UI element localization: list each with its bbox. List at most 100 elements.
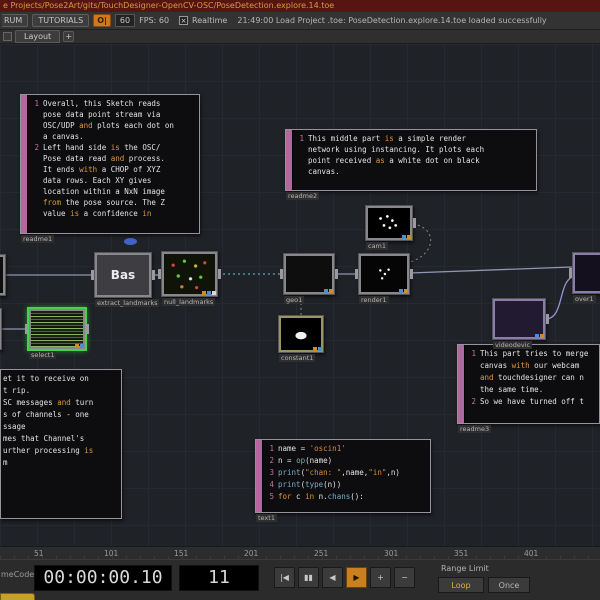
input-connector[interactable] bbox=[158, 269, 161, 279]
node-over1[interactable]: over1 bbox=[569, 252, 600, 303]
line-text: location within a NxN image bbox=[43, 187, 165, 196]
node-flags[interactable] bbox=[402, 235, 411, 239]
fps-value-box[interactable]: 60 bbox=[114, 14, 136, 27]
input-connector[interactable] bbox=[355, 269, 358, 279]
node-constant1[interactable]: constant1 bbox=[278, 315, 324, 362]
node-extract-landmarks-base[interactable]: Bas extract_landmarks bbox=[91, 252, 160, 307]
network-editor[interactable]: 1 Overall, this Sketch reads pose data poi… bbox=[0, 44, 600, 546]
node-flags[interactable] bbox=[202, 291, 216, 295]
line-number bbox=[31, 120, 39, 131]
tutorials-button[interactable]: TUTORIALS bbox=[32, 14, 90, 27]
node-name-tag: readme3 bbox=[458, 425, 492, 433]
node-flags[interactable] bbox=[399, 289, 408, 293]
node-flags[interactable] bbox=[535, 334, 544, 338]
window-titlebar[interactable]: e Projects/Pose2Art/gits/TouchDesigner-O… bbox=[0, 0, 600, 12]
line-text: data rows. Each XY gives bbox=[43, 176, 152, 185]
dat-color-bar bbox=[286, 130, 293, 190]
node-null-landmarks[interactable]: null_landmarks bbox=[158, 251, 221, 306]
line-text: print(type(n)) bbox=[278, 480, 342, 489]
transport-button[interactable]: + bbox=[370, 567, 391, 588]
node-select1[interactable]: select1 bbox=[25, 307, 89, 359]
output-connector[interactable] bbox=[86, 324, 89, 334]
tab-label: Layout bbox=[24, 32, 52, 41]
transport-button[interactable]: ▶ bbox=[346, 567, 367, 588]
node-edge-sliver-bottom[interactable] bbox=[0, 308, 2, 350]
node-flags[interactable] bbox=[324, 289, 333, 293]
output-connector[interactable] bbox=[335, 269, 338, 279]
output-connector[interactable] bbox=[413, 218, 416, 228]
node-render1[interactable]: render1 bbox=[355, 253, 413, 304]
output-connector[interactable] bbox=[218, 269, 221, 279]
line-number bbox=[468, 360, 476, 372]
frame-counter-display[interactable]: 11 bbox=[179, 565, 259, 591]
transport-button[interactable]: ◀ bbox=[322, 567, 343, 588]
transport-bar: meCode 00:00:00.10 11 |◀ ▮▮ ◀ ▶ + − Range Lim… bbox=[0, 559, 600, 600]
line-text: So we have turned off t bbox=[480, 397, 584, 406]
line-text: for c in n.chans(): bbox=[278, 492, 364, 501]
node-flags[interactable] bbox=[75, 344, 84, 348]
ruler-tick-label: 151 bbox=[174, 549, 189, 558]
input-connector[interactable] bbox=[25, 324, 28, 334]
line-text: and touchdesigner can n bbox=[480, 373, 584, 382]
io-toggle-button[interactable]: O| bbox=[93, 14, 111, 27]
line-number: 2 bbox=[34, 143, 39, 152]
transport-button[interactable]: − bbox=[394, 567, 415, 588]
line-text: m bbox=[3, 458, 8, 467]
line-text: This part tries to merge bbox=[480, 349, 589, 358]
text-line: location within a NxN image bbox=[31, 186, 197, 197]
line-number bbox=[468, 384, 476, 396]
add-tab-button[interactable]: + bbox=[63, 31, 75, 42]
input-connector[interactable] bbox=[280, 269, 283, 279]
timecode-display[interactable]: 00:00:00.10 bbox=[34, 565, 172, 591]
timecode-mode-label[interactable]: meCode bbox=[1, 570, 34, 579]
node-flags[interactable] bbox=[313, 347, 322, 351]
output-connector[interactable] bbox=[152, 270, 155, 280]
timeline-ruler[interactable]: 51 101 151 201 251 301 351 401 bbox=[0, 546, 600, 559]
line-number bbox=[468, 372, 476, 384]
window-title: e Projects/Pose2Art/gits/TouchDesigner-O… bbox=[3, 1, 335, 10]
line-text: pose data point stream via bbox=[43, 110, 161, 119]
transport-button[interactable]: ▮▮ bbox=[298, 567, 319, 588]
input-connector[interactable] bbox=[91, 270, 94, 280]
forum-button[interactable]: RUM bbox=[2, 14, 29, 27]
layout-grid-icon[interactable] bbox=[3, 32, 12, 41]
base-comp-thumbnail: Bas bbox=[97, 255, 149, 295]
line-number: 2 bbox=[269, 456, 274, 465]
transport-button[interactable]: |◀ bbox=[274, 567, 295, 588]
partial-yellow-button[interactable] bbox=[0, 593, 35, 600]
node-geo1[interactable]: geo1 bbox=[280, 253, 338, 304]
line-text: value is a confidence in bbox=[43, 209, 152, 218]
loop-button[interactable]: Loop bbox=[438, 577, 484, 593]
transport-button-icon: ◀ bbox=[329, 573, 336, 582]
comment-node-readme2[interactable]: 1 This middle part is a simple render netw… bbox=[285, 129, 537, 200]
comment-node-osc-note[interactable]: et it to receive on t rip. SC messages and… bbox=[0, 369, 122, 519]
network-flag-marker[interactable] bbox=[124, 238, 137, 245]
node-videodevicein[interactable]: videodevic bbox=[492, 298, 549, 349]
output-connector[interactable] bbox=[546, 314, 549, 324]
menubar: RUM TUTORIALS O| 60 FPS: 60 × Realtime 2… bbox=[0, 12, 600, 30]
line-number bbox=[31, 186, 39, 197]
text-line: network using instancing. It plots each bbox=[296, 144, 534, 155]
line-text: SC messages and turn bbox=[3, 398, 94, 407]
text-line: mes that Channel's bbox=[3, 433, 119, 445]
output-connector[interactable] bbox=[410, 269, 413, 279]
comment-node-readme3[interactable]: 1 This part tries to merge canvas with our… bbox=[457, 344, 600, 433]
once-button[interactable]: Once bbox=[488, 577, 530, 593]
node-name-tag: render1 bbox=[359, 296, 389, 304]
line-text: from the pose source. The Z bbox=[43, 198, 165, 207]
line-text: Left hand side is the OSC/ bbox=[43, 143, 161, 152]
node-name-tag: constant1 bbox=[279, 354, 316, 362]
comment-text: 1 This middle part is a simple render netw… bbox=[296, 133, 534, 188]
text-line: 2 So we have turned off t bbox=[468, 396, 597, 408]
tab-layout[interactable]: Layout bbox=[15, 30, 61, 43]
line-number bbox=[31, 175, 39, 186]
comment-node-readme1[interactable]: 1 Overall, this Sketch reads pose data poi… bbox=[20, 94, 200, 243]
input-connector[interactable] bbox=[569, 268, 572, 278]
text-line: 1 Overall, this Sketch reads bbox=[31, 98, 197, 109]
code-node-text1[interactable]: 1 name = 'oscin1' 2 n = op(name) 3 print("cha… bbox=[255, 439, 431, 522]
line-text: n = op(name) bbox=[278, 456, 333, 465]
node-cam1[interactable]: cam1 bbox=[365, 205, 416, 250]
render-thumbnail bbox=[361, 256, 407, 292]
node-edge-sliver-top[interactable] bbox=[0, 254, 6, 296]
realtime-checkbox[interactable]: × bbox=[179, 16, 189, 25]
